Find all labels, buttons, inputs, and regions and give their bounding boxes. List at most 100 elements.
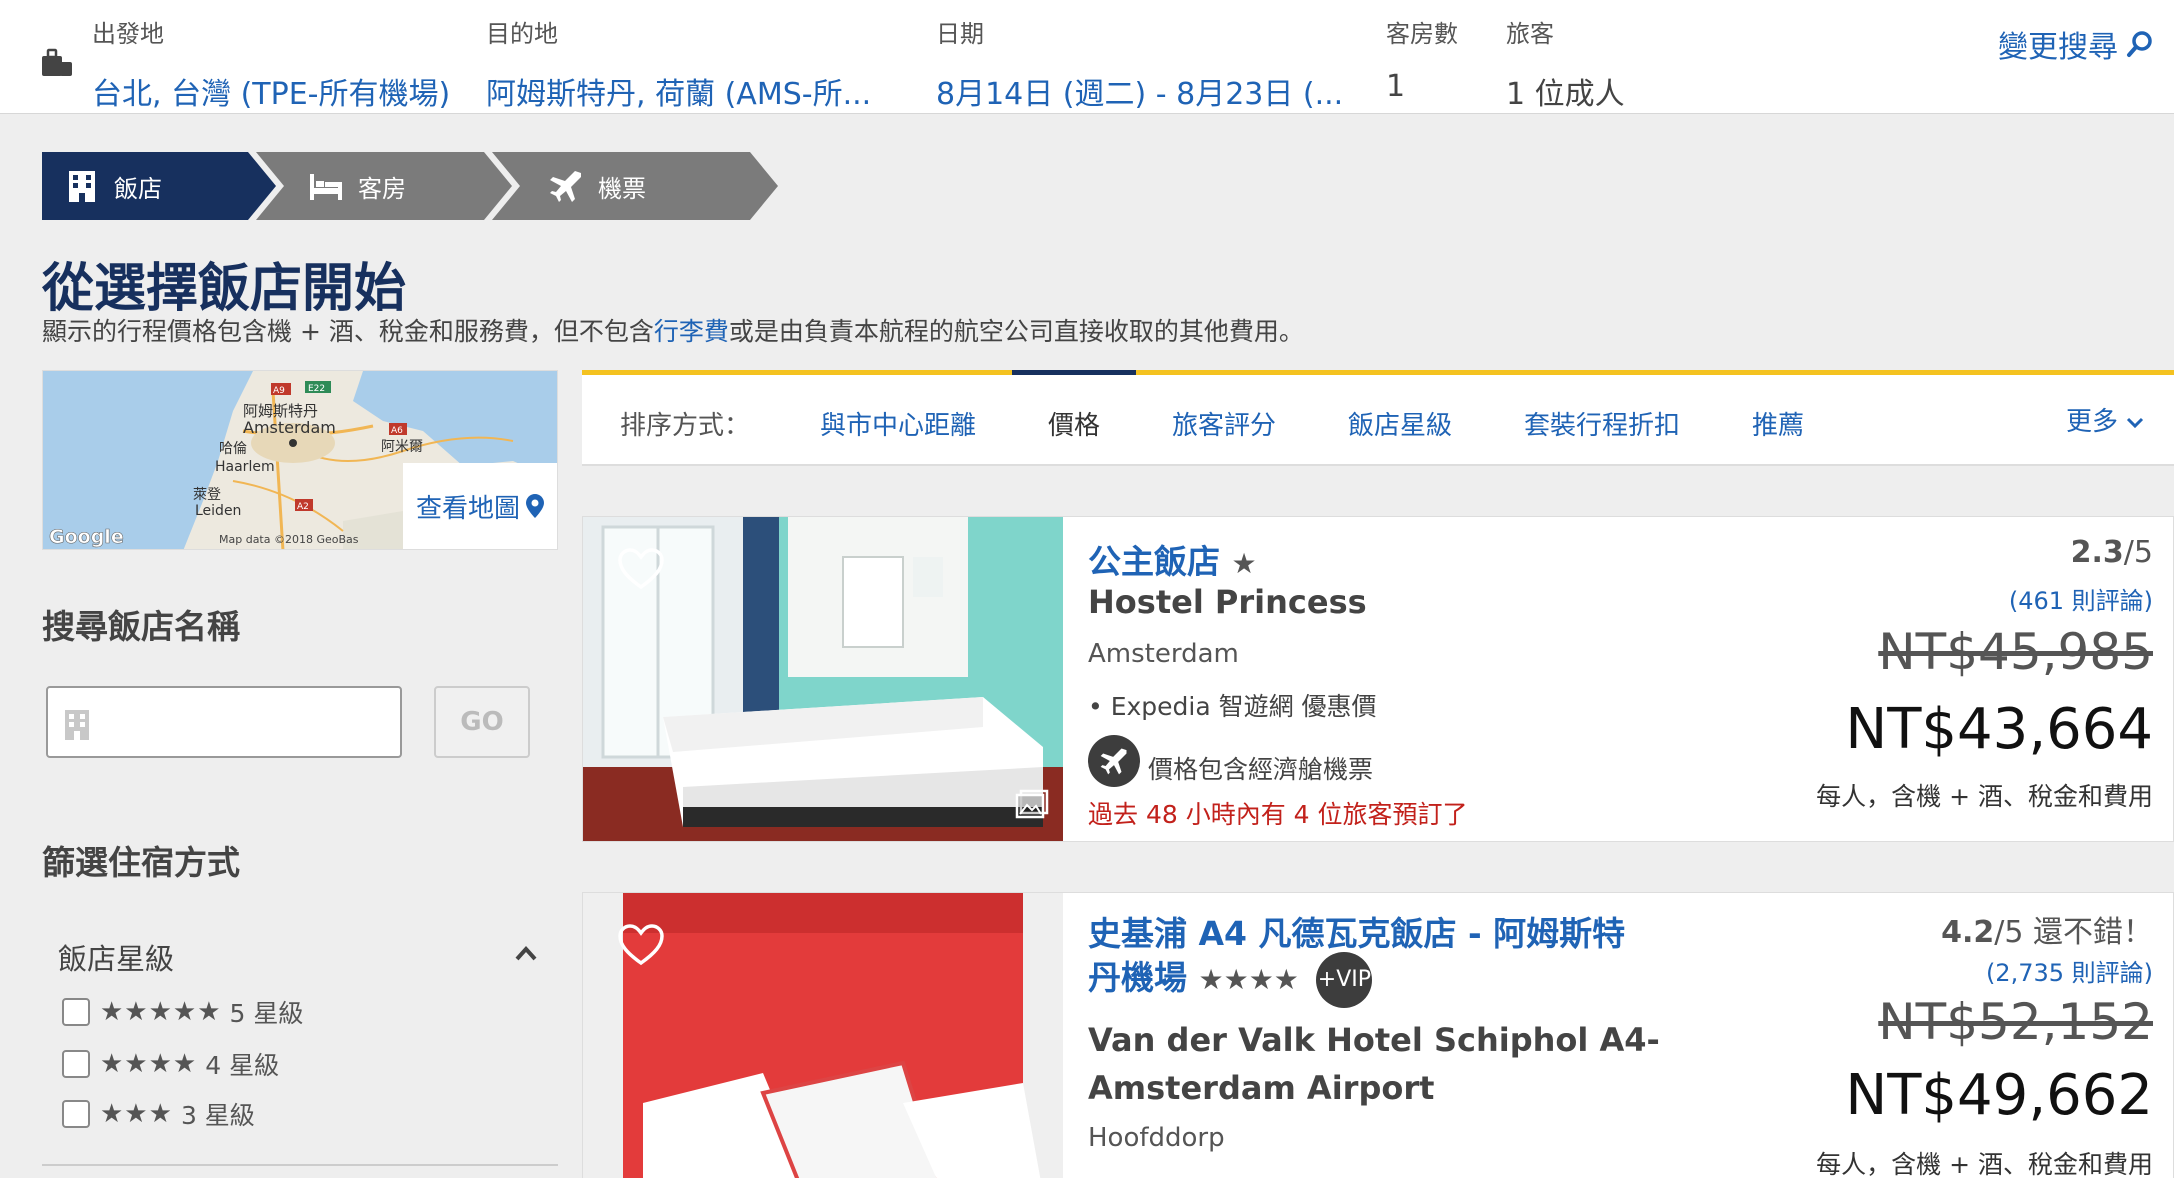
sort-label: 排序方式： [620,411,751,441]
go-button[interactable]: GO [434,686,530,758]
change-search-button[interactable]: 變更搜尋 [1998,22,2154,66]
luggage-icon [42,48,72,76]
hotel-photo[interactable] [583,893,1063,1178]
svg-text:Amsterdam: Amsterdam [243,418,336,437]
heart-icon[interactable] [617,923,665,967]
svg-text:Leiden: Leiden [195,503,241,519]
travelers-value: 1 位成人 [1506,77,1625,112]
star-rating-icon: ★★★★★ [100,997,222,1027]
hotel-name-input[interactable] [46,686,402,758]
view-map-link[interactable]: 查看地圖 [403,463,557,549]
travelers-label: 旅客 [1506,20,1554,48]
review-count-link[interactable]: (461 則評論) [2009,581,2153,616]
search-summary-bar: 出發地 台北, 台灣 (TPE-所有機場) 目的地 阿姆斯特丹, 荷蘭 (AMS… [0,0,2174,114]
hotel-name-english[interactable]: Van der Valk Hotel Schiphol A4- [1088,1021,1660,1059]
step-room-label: 客房 [358,174,406,203]
star-rating-filter-title[interactable]: 飯店星級 [58,936,174,978]
change-search-label: 變更搜尋 [1998,30,2118,65]
sort-option-recommended[interactable]: 推薦 [1752,405,1804,442]
price-note: 每人，含機 + 酒、稅金和費用 [1816,782,2153,811]
checkbox[interactable] [62,998,90,1026]
search-icon [2127,31,2152,57]
package-price[interactable]: NT$49,662 [1845,1063,2153,1128]
hotel-name-local-text: 公主飯店 [1088,542,1220,581]
sort-option-price[interactable]: 價格 [1048,405,1100,442]
travelers-field: 旅客 1 位成人 [1506,14,1625,113]
destination-label: 目的地 [486,20,558,48]
svg-text:阿米爾: 阿米爾 [381,439,423,455]
rating-scale: /5 [1994,915,2024,950]
checkbox[interactable] [62,1050,90,1078]
destination-value[interactable]: 阿姆斯特丹, 荷蘭 (AMS-所... [486,69,871,113]
original-price: NT$45,985 [1878,623,2153,681]
package-price[interactable]: NT$43,664 [1845,697,2153,762]
building-icon [65,710,89,740]
rooms-value: 1 [1386,69,1406,104]
chevron-up-icon[interactable] [514,944,538,962]
checkbox[interactable] [62,1100,90,1128]
dates-value[interactable]: 8月14日 (週二) - 8月23日 (... [936,69,1343,113]
sort-option-star-rating[interactable]: 飯店星級 [1348,405,1452,442]
hotel-city: Hoofddorp [1088,1123,1225,1153]
destination-field[interactable]: 目的地 阿姆斯特丹, 荷蘭 (AMS-所... [486,14,871,113]
flight-included-note: 價格包含經濟艙機票 [1088,735,1373,787]
rating-scale: /5 [2123,535,2153,570]
rating-word: 還不錯！ [2033,915,2153,950]
page-title: 從選擇飯店開始 [42,259,407,319]
origin-field[interactable]: 出發地 台北, 台灣 (TPE-所有機場) [92,14,450,113]
vip-badge: +VIP [1316,951,1373,1008]
rooms-field: 客房數 1 [1386,14,1458,104]
sort-bar: 排序方式： 與市中心距離 價格 旅客評分 飯店星級 套裝行程折扣 推薦 更多 [582,370,2174,466]
svg-text:A9: A9 [273,386,285,396]
bed-icon [310,174,342,200]
flight-included-text: 價格包含經濟艙機票 [1148,755,1374,784]
building-icon [69,171,95,202]
sort-active-indicator [1012,370,1136,375]
price-note: 每人，含機 + 酒、稅金和費用 [1816,1150,2153,1178]
guest-rating: 2.3/5 [2071,535,2153,570]
origin-value[interactable]: 台北, 台灣 (TPE-所有機場) [92,69,450,113]
price-disclaimer: 顯示的行程價格包含機 + 酒、稅金和服務費，但不包含行李費或是由負責本航程的航空… [42,312,1304,348]
star-filter-5[interactable]: ★★★★★ 5 星級 [62,994,303,1030]
hotel-name-local-line2[interactable]: 丹機場 ★★★★ +VIP [1088,951,1373,1008]
svg-text:Haarlem: Haarlem [215,459,275,475]
map-pin-icon [526,494,544,518]
hotel-name-local[interactable]: 公主飯店 ★ [1088,535,1257,583]
hotel-card[interactable]: 史基浦 A4 凡德瓦克飯店 - 阿姆斯特 丹機場 ★★★★ +VIP Van d… [582,892,2174,1178]
sort-option-guest-rating[interactable]: 旅客評分 [1172,405,1276,442]
star-filter-4[interactable]: ★★★★ 4 星級 [62,1046,279,1082]
hotel-name-search-heading: 搜尋飯店名稱 [42,607,240,646]
hotel-city: Amsterdam [1088,639,1239,669]
dates-field[interactable]: 日期 8月14日 (週二) - 8月23日 (... [936,14,1343,113]
original-price: NT$52,152 [1878,993,2153,1051]
gallery-icon[interactable] [1015,789,1049,819]
hotel-photo[interactable] [583,517,1063,841]
star-filter-label: 3 星級 [180,1101,255,1130]
star-rating-icon: ★★★ [100,1099,173,1129]
heart-icon[interactable] [617,547,665,591]
hotel-card[interactable]: 公主飯店 ★ Hostel Princess Amsterdam • Exped… [582,516,2174,842]
hotel-name-english-line2[interactable]: Amsterdam Airport [1088,1069,1434,1107]
sidebar-divider [42,1164,558,1166]
sort-option-package-discount[interactable]: 套裝行程折扣 [1524,405,1680,442]
rating-score: 2.3 [2070,535,2124,570]
rating-score: 4.2 [1941,915,1995,950]
rooms-label: 客房數 [1386,20,1458,48]
sort-more-label: 更多 [2066,407,2119,437]
svg-text:E22: E22 [308,384,325,394]
step-flight-label: 機票 [598,174,646,203]
review-count-link[interactable]: (2,735 則評論) [1986,953,2153,988]
sort-more-dropdown[interactable]: 更多 [2066,401,2144,438]
step-room[interactable]: 客房 [256,152,512,220]
hotel-name-english[interactable]: Hostel Princess [1088,583,1367,621]
hotel-name-local[interactable]: 史基浦 A4 凡德瓦克飯店 - 阿姆斯特 [1088,907,1625,955]
svg-text:Google: Google [49,526,124,548]
star-filter-3[interactable]: ★★★ 3 星級 [62,1096,255,1132]
step-flight[interactable]: 機票 [492,152,778,220]
baggage-fee-link[interactable]: 行李費 [654,317,729,346]
hotel-name-local-text: 丹機場 [1088,958,1187,997]
map-preview[interactable]: A9 E22 A6 A2 阿姆斯特丹 Amsterdam 阿米爾 哈倫 Haar… [42,370,558,550]
sort-option-distance[interactable]: 與市中心距離 [820,405,976,442]
step-hotel[interactable]: 飯店 [42,152,276,220]
star-filter-label: 4 星級 [205,1051,280,1080]
